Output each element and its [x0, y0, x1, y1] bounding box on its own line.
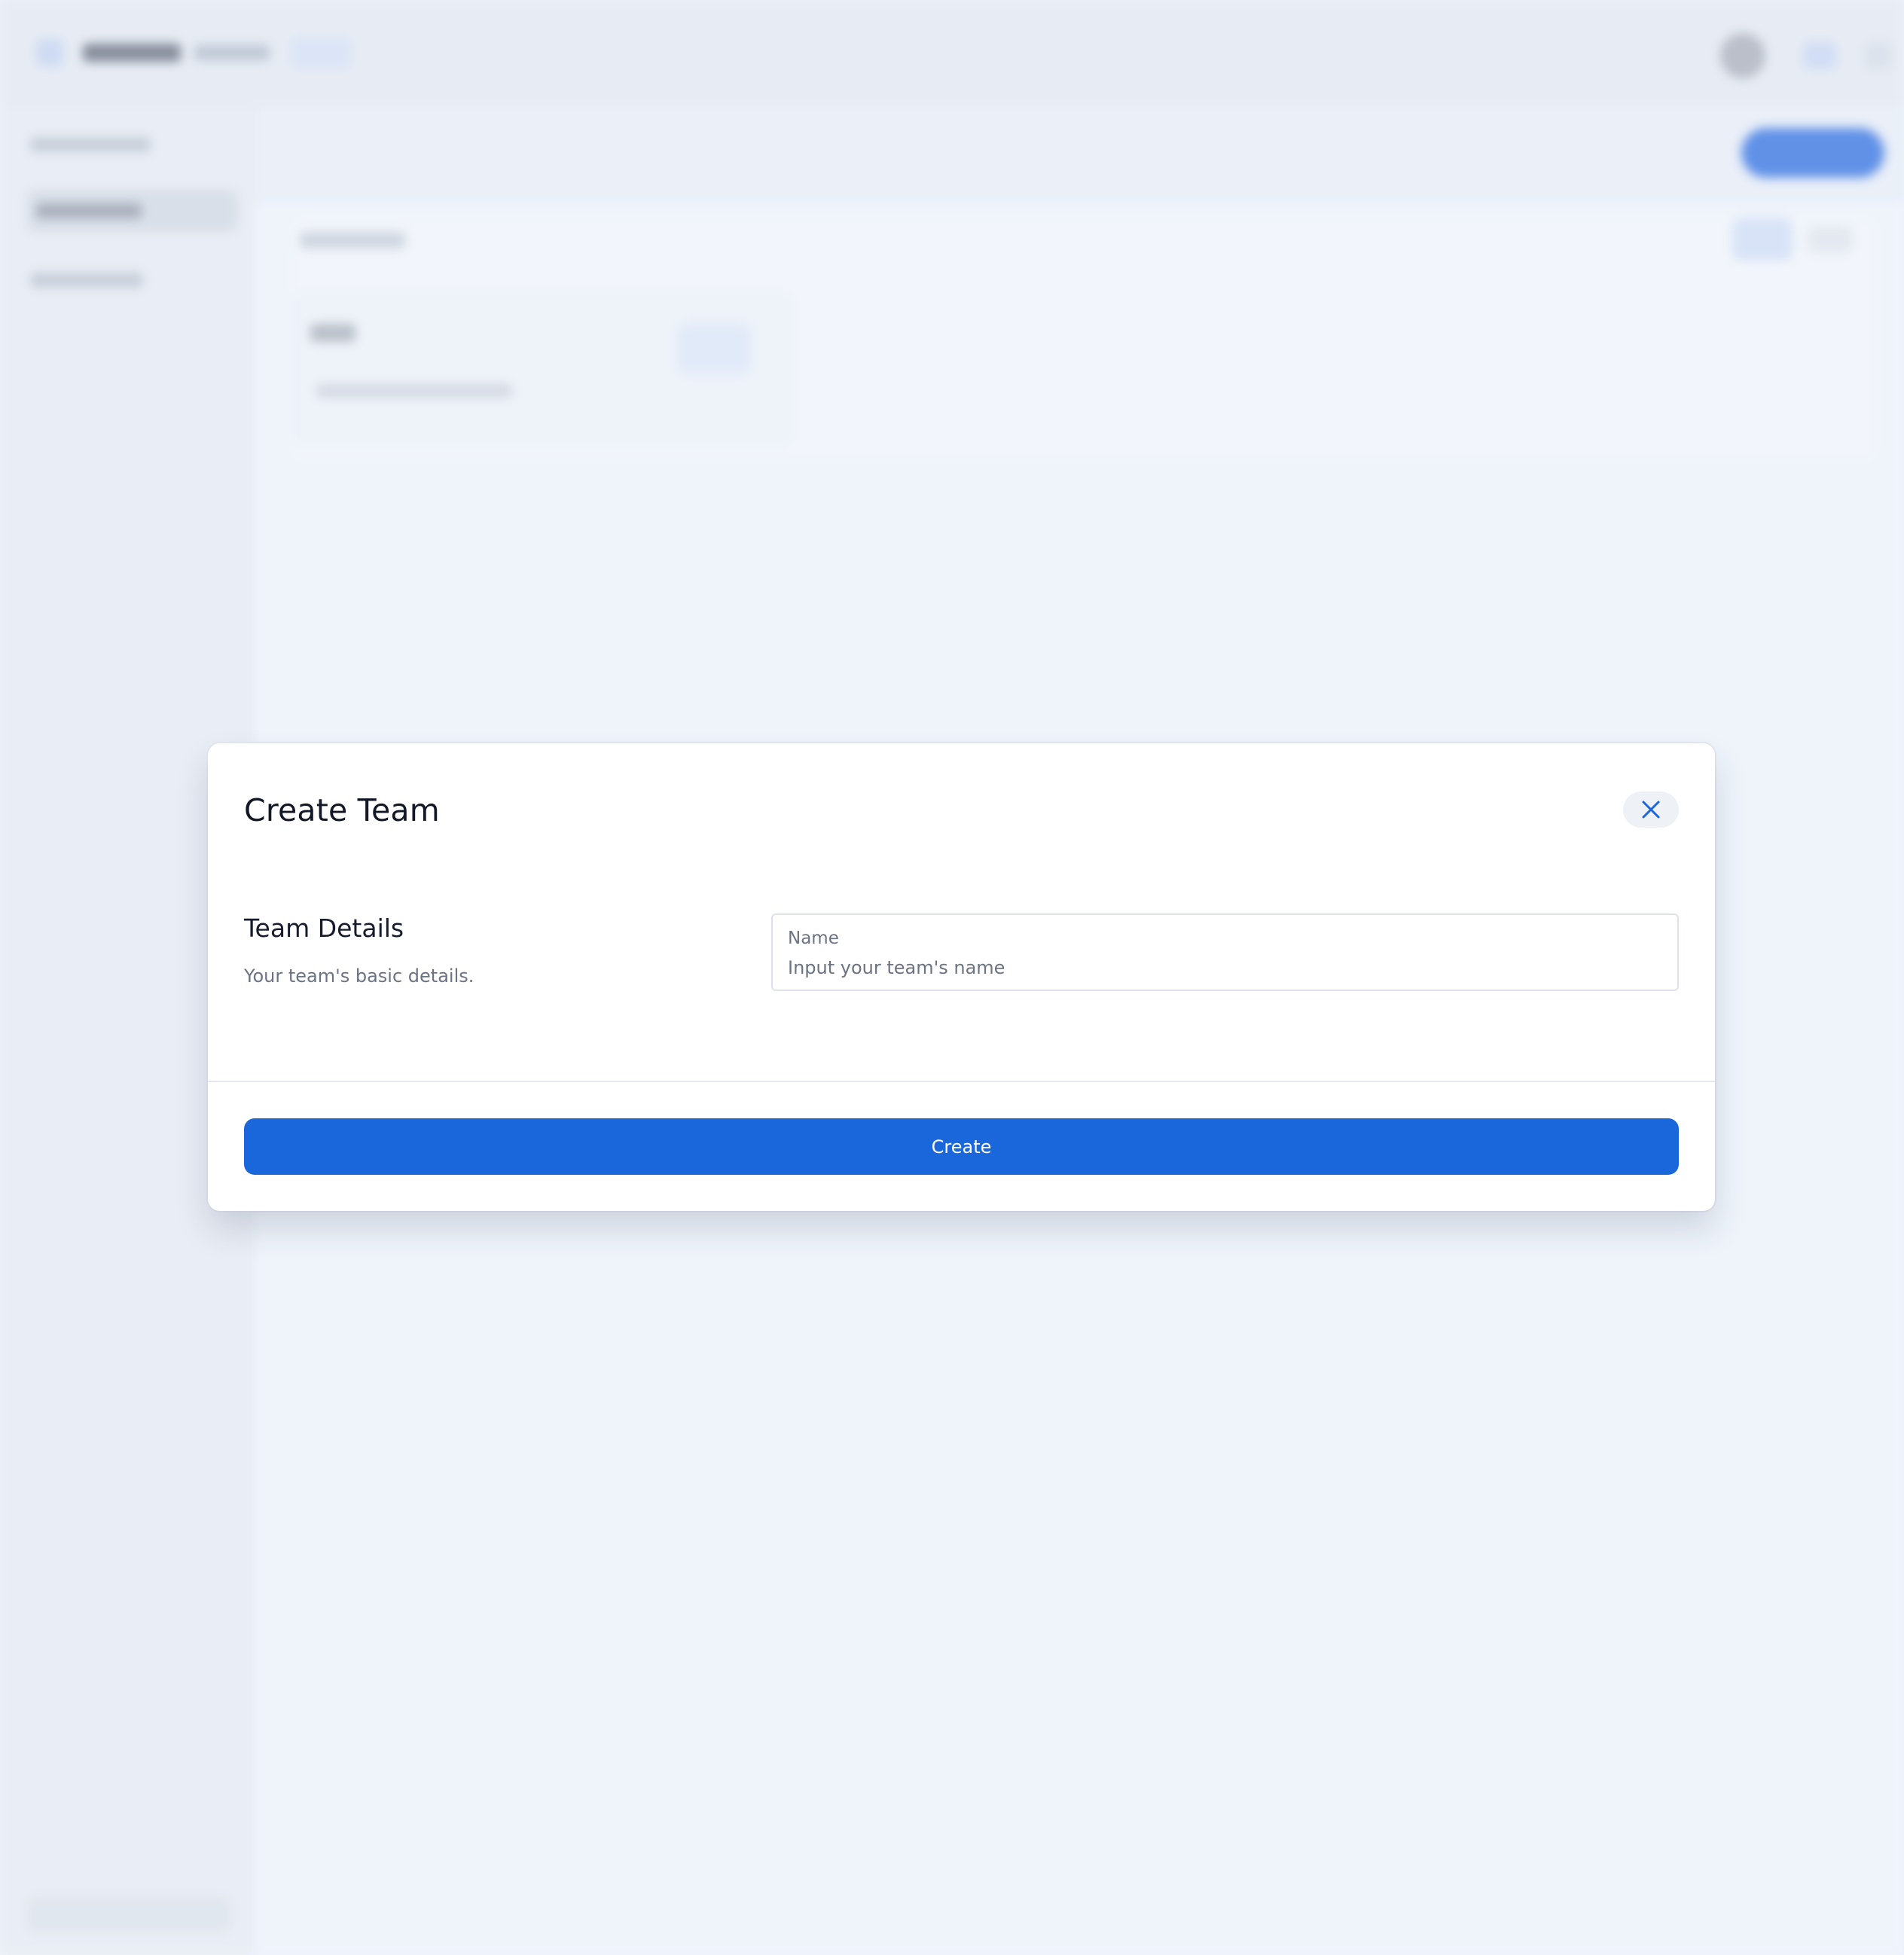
section-title: Team Details — [244, 913, 404, 943]
section-description: Your team's basic details. — [244, 965, 474, 987]
dialog-title: Create Team — [244, 792, 440, 828]
create-button[interactable]: Create — [244, 1118, 1679, 1175]
dialog-divider — [208, 1081, 1715, 1082]
create-team-dialog: Create Team Team Details Your team's bas… — [208, 743, 1715, 1211]
close-icon — [1642, 801, 1660, 819]
name-field-label: Name — [788, 929, 839, 948]
name-field[interactable]: Name — [771, 913, 1679, 991]
create-button-label: Create — [931, 1136, 992, 1157]
team-name-input[interactable] — [788, 954, 1661, 981]
close-button[interactable] — [1623, 791, 1679, 828]
